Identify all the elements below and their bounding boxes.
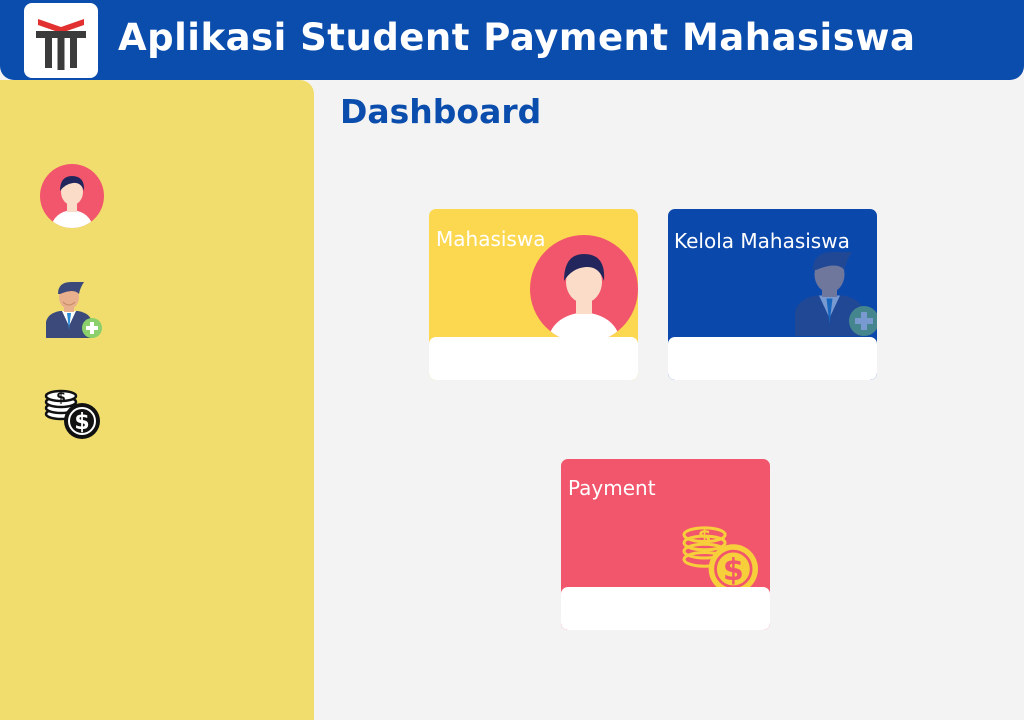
coins-icon: $ $ (682, 525, 758, 594)
sidebar: $ $ (0, 80, 314, 720)
add-student-icon (46, 282, 102, 338)
card-payment[interactable]: Payment $ $ (561, 459, 770, 630)
page-title: Dashboard (340, 92, 542, 131)
card-kelola-mahasiswa[interactable]: Kelola Mahasiswa (668, 209, 877, 380)
app-title: Aplikasi Student Payment Mahasiswa (118, 16, 916, 59)
svg-text:$: $ (698, 525, 711, 548)
coins-icon: $ $ (44, 389, 100, 439)
card-footer (561, 587, 770, 630)
add-student-icon (795, 252, 877, 336)
card-label: Kelola Mahasiswa (674, 229, 850, 253)
sidebar-item-payment[interactable]: $ $ (44, 386, 102, 444)
card-footer (668, 337, 877, 380)
sidebar-item-kelola-mahasiswa[interactable] (44, 280, 104, 344)
svg-text:$: $ (723, 553, 744, 588)
card-footer (429, 337, 638, 380)
tut-wuri-logo-icon (36, 19, 86, 70)
card-label: Payment (568, 476, 656, 500)
card-label: Mahasiswa (436, 227, 546, 251)
card-mahasiswa[interactable]: Mahasiswa (429, 209, 638, 380)
app-header: Aplikasi Student Payment Mahasiswa (0, 0, 1024, 80)
app-logo (24, 3, 98, 78)
svg-text:$: $ (74, 410, 89, 435)
sidebar-item-mahasiswa[interactable] (40, 164, 104, 236)
svg-text:$: $ (56, 390, 66, 406)
student-avatar-icon (40, 164, 104, 228)
